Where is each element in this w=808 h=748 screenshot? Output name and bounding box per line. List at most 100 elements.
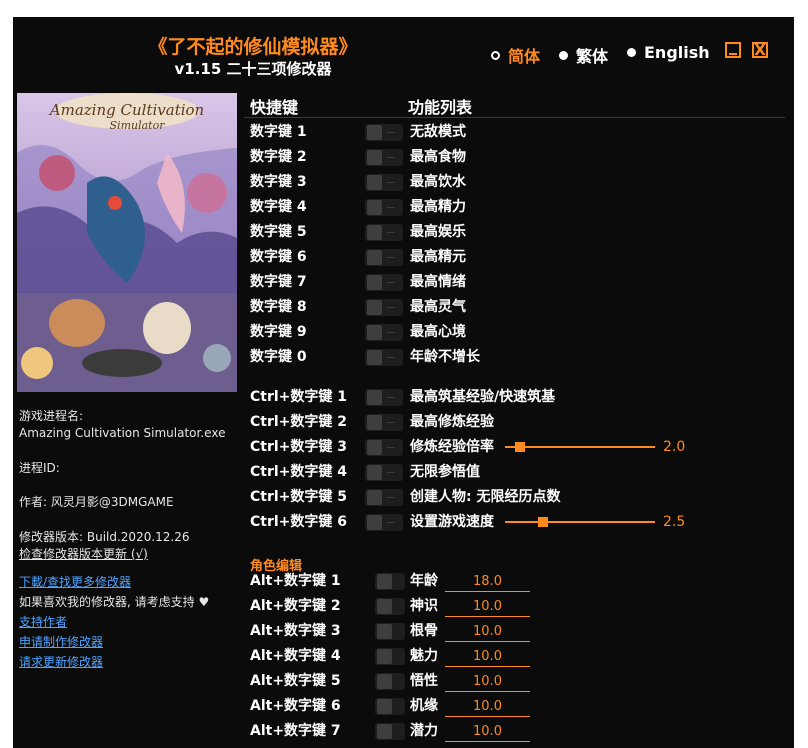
apply-button[interactable]	[375, 698, 405, 715]
cheat-row: Ctrl+数字键 1 最高筑基经验/快速筑基	[250, 386, 790, 408]
toggle-track-mark	[387, 397, 395, 398]
function-label: 魅力	[410, 648, 438, 664]
toggle-switch[interactable]	[365, 489, 403, 506]
value-input[interactable]: 10.0	[445, 722, 530, 742]
toggle-track-mark	[387, 232, 395, 233]
apply-button[interactable]	[375, 648, 405, 665]
button-knob	[377, 724, 392, 739]
cheat-row: Ctrl+数字键 3 修炼经验倍率 2.0	[250, 436, 790, 458]
value-input[interactable]: 10.0	[445, 672, 530, 692]
function-label: 修炼经验倍率	[410, 439, 494, 455]
pid-label: 进程ID:	[19, 461, 60, 475]
apply-button[interactable]	[375, 623, 405, 640]
check-update-link[interactable]: 检查修改器版本更新 (√)	[19, 546, 148, 563]
apply-button[interactable]	[375, 673, 405, 690]
hotkey-label: 数字键 4	[250, 199, 307, 215]
toggle-switch[interactable]	[365, 274, 403, 291]
button-knob	[377, 574, 392, 589]
download-link[interactable]: 下載/查找更多修改器	[19, 574, 131, 591]
cheat-row: Alt+数字键 3 根骨 10.0	[250, 620, 790, 642]
value-input[interactable]: 10.0	[445, 697, 530, 717]
toggle-knob	[367, 275, 382, 290]
function-label: 设置游戏速度	[410, 514, 494, 530]
character-edit-section-title: 角色编辑	[250, 559, 303, 574]
function-label: 无敌模式	[410, 124, 466, 140]
toggle-track-mark	[387, 157, 395, 158]
hotkey-label: 数字键 8	[250, 299, 307, 315]
value-input[interactable]: 10.0	[445, 622, 530, 642]
value-input[interactable]: 10.0	[445, 597, 530, 617]
value-input[interactable]: 18.0	[445, 572, 530, 592]
hotkey-label: 数字键 9	[250, 324, 307, 340]
hotkey-label: 数字键 0	[250, 349, 307, 365]
heart-icon: ♥	[198, 595, 210, 609]
toggle-switch[interactable]	[365, 514, 403, 531]
cheat-row: 数字键 2 最高食物	[250, 146, 790, 168]
toggle-switch[interactable]	[365, 149, 403, 166]
toggle-track-mark	[387, 282, 395, 283]
toggle-switch[interactable]	[365, 299, 403, 316]
slider-thumb[interactable]	[515, 442, 525, 452]
hotkey-label: Ctrl+数字键 3	[250, 439, 348, 455]
toggle-knob	[367, 225, 382, 240]
toggle-switch[interactable]	[365, 389, 403, 406]
minimize-button[interactable]	[725, 42, 741, 58]
value-input[interactable]: 10.0	[445, 647, 530, 667]
value-slider[interactable]	[505, 517, 655, 527]
value-slider[interactable]	[505, 442, 655, 452]
toggle-switch[interactable]	[365, 249, 403, 266]
lang-traditional[interactable]: 繁体	[559, 43, 608, 67]
toggle-switch[interactable]	[365, 124, 403, 141]
functions-column-header: 功能列表	[408, 98, 473, 117]
toggle-switch[interactable]	[365, 224, 403, 241]
function-label: 最高饮水	[410, 174, 466, 190]
function-label: 根骨	[410, 623, 438, 639]
toggle-track-mark	[387, 447, 395, 448]
function-label: 最高心境	[410, 324, 466, 340]
toggle-knob	[367, 415, 382, 430]
lang-simplified[interactable]: 简体	[491, 43, 540, 67]
toggle-track-mark	[387, 182, 395, 183]
toggle-knob	[367, 390, 382, 405]
toggle-track-mark	[387, 307, 395, 308]
slider-thumb[interactable]	[537, 517, 548, 527]
hotkey-label: 数字键 1	[250, 124, 307, 140]
toggle-switch[interactable]	[365, 414, 403, 431]
support-text: 如果喜欢我的修改器, 请考虑支持 ♥	[19, 594, 209, 611]
cover-logo-subtext: Simulator	[110, 119, 166, 132]
request-trainer-link[interactable]: 申请制作修改器	[19, 634, 103, 651]
function-label: 年龄不增长	[410, 349, 480, 365]
hotkey-label: Ctrl+数字键 4	[250, 464, 348, 480]
hotkey-label: Alt+数字键 2	[250, 598, 341, 614]
toggle-switch[interactable]	[365, 349, 403, 366]
toggle-switch[interactable]	[365, 324, 403, 341]
hotkey-label: Alt+数字键 7	[250, 723, 341, 739]
hotkey-column-header: 快捷键	[250, 98, 299, 117]
function-label: 最高筑基经验/快速筑基	[410, 389, 556, 405]
toggle-switch[interactable]	[365, 439, 403, 456]
cheat-row: Ctrl+数字键 6 设置游戏速度 2.5	[250, 511, 790, 533]
close-button[interactable]: X	[752, 42, 768, 58]
toggle-knob	[367, 250, 382, 265]
function-label: 机缘	[410, 698, 438, 714]
toggle-track-mark	[387, 522, 395, 523]
cheat-row: Alt+数字键 7 潜力 10.0	[250, 720, 790, 742]
hotkey-label: Alt+数字键 4	[250, 648, 341, 664]
apply-button[interactable]	[375, 598, 405, 615]
apply-button[interactable]	[375, 723, 405, 740]
function-label: 年龄	[410, 573, 438, 589]
cheat-row: Alt+数字键 5 悟性 10.0	[250, 670, 790, 692]
toggle-knob	[367, 325, 382, 340]
lang-english[interactable]: English	[627, 43, 710, 62]
cheat-row: Alt+数字键 1 年龄 18.0	[250, 570, 790, 592]
request-update-link[interactable]: 请求更新修改器	[19, 654, 103, 671]
toggle-switch[interactable]	[365, 199, 403, 216]
toggle-switch[interactable]	[365, 464, 403, 481]
apply-button[interactable]	[375, 573, 405, 590]
cheat-row: Alt+数字键 2 神识 10.0	[250, 595, 790, 617]
toggle-track-mark	[387, 207, 395, 208]
toggle-switch[interactable]	[365, 174, 403, 191]
support-author-link[interactable]: 支持作者	[19, 614, 67, 631]
hotkey-label: Alt+数字键 6	[250, 698, 341, 714]
cheat-row: 数字键 7 最高情绪	[250, 271, 790, 293]
